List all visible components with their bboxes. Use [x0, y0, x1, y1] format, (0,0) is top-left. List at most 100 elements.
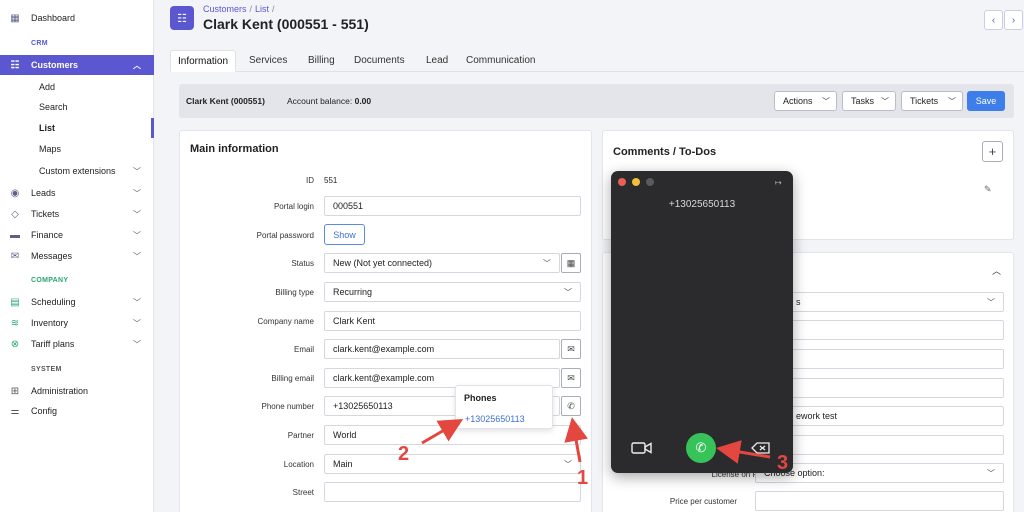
sidebar-item-label: Customers: [31, 60, 79, 70]
portal-login-input[interactable]: 000551: [324, 196, 581, 216]
tasks-label: Tasks: [851, 96, 875, 106]
sidebar-subitem-search[interactable]: Search: [39, 102, 68, 112]
tickets-dropdown[interactable]: Tickets ﹀: [901, 91, 963, 111]
show-password-button[interactable]: Show: [324, 224, 365, 245]
active-indicator: [151, 118, 154, 138]
tab-communication[interactable]: Communication: [459, 50, 542, 72]
sidebar-heading-company: COMPANY: [31, 277, 69, 284]
annotation-number-2: 2: [398, 443, 410, 465]
envelope-icon: ✉: [10, 250, 20, 262]
phone-icon: ✆: [695, 440, 707, 455]
billing-email-value: clark.kent@example.com: [333, 373, 435, 383]
page-title: Clark Kent (000551 - 551): [203, 16, 369, 32]
chevron-up-icon[interactable]: ︿: [992, 264, 1001, 277]
chevron-down-icon: ﹀: [133, 318, 141, 328]
street-input[interactable]: [324, 482, 581, 502]
tab-documents[interactable]: Documents: [347, 50, 412, 72]
tab-services[interactable]: Services: [242, 50, 294, 72]
sidebar-subitem-maps[interactable]: Maps: [39, 144, 61, 154]
company-name-input[interactable]: Clark Kent: [324, 311, 581, 331]
add-comment-button[interactable]: +: [982, 141, 1003, 162]
chevron-down-icon: ﹀: [133, 209, 141, 219]
chevron-down-icon: ﹀: [133, 188, 141, 198]
sidebar-item-scheduling[interactable]: ▤ Scheduling ﹀: [0, 292, 154, 312]
comments-title: Comments / To-Dos: [613, 146, 717, 158]
sidebar-subitem-add[interactable]: Add: [39, 82, 55, 92]
sidebar-item-messages[interactable]: ✉ Messages ﹀: [0, 246, 154, 266]
send-email-button[interactable]: ✉: [561, 339, 581, 359]
status-value: New (Not yet connected): [333, 258, 433, 268]
minimize-window-button[interactable]: [632, 178, 640, 186]
breadcrumb: Customers / List /: [203, 4, 275, 14]
sidebar-item-leads[interactable]: ◉ Leads ﹀: [0, 183, 154, 203]
sidebar-item-config[interactable]: ⚌ Config: [0, 401, 154, 421]
sidebar-item-administration[interactable]: ⊞ Administration: [0, 381, 154, 401]
tab-bar: Information Services Billing Documents L…: [170, 50, 1024, 72]
chevron-down-icon: ﹀: [948, 96, 956, 106]
plus-icon: +: [988, 144, 997, 159]
sidebar-item-inventory[interactable]: ≋ Inventory ﹀: [0, 313, 154, 333]
save-button[interactable]: Save: [967, 91, 1005, 111]
exit-icon[interactable]: ↦: [775, 178, 782, 187]
pencil-icon[interactable]: ✎: [984, 184, 992, 195]
next-customer-button[interactable]: ›: [1004, 10, 1023, 30]
sidebar-item-tariff-plans[interactable]: ⊗ Tariff plans ﹀: [0, 334, 154, 354]
additional-select-1-value: s: [796, 297, 801, 307]
status-select[interactable]: New (Not yet connected) ﹀: [324, 253, 560, 273]
breadcrumb-customers[interactable]: Customers: [203, 4, 247, 14]
actions-dropdown[interactable]: Actions ﹀: [774, 91, 837, 111]
tab-billing[interactable]: Billing: [301, 50, 342, 72]
chevron-down-icon: ﹀: [987, 468, 995, 478]
sidebar-item-tickets[interactable]: ◇ Tickets ﹀: [0, 204, 154, 224]
call-phone-button[interactable]: ✆: [561, 396, 581, 416]
sidebar-item-customers[interactable]: ☷ Customers ︿: [0, 55, 154, 75]
sidebar-item-label: Tariff plans: [31, 339, 75, 349]
layers-icon: ≋: [10, 317, 20, 329]
location-label: Location: [283, 460, 314, 469]
prev-customer-button[interactable]: ‹: [984, 10, 1003, 30]
price-per-customer-label: Price per customer: [669, 497, 737, 506]
send-billing-email-button[interactable]: ✉: [561, 368, 581, 388]
finance-icon: ▬: [10, 229, 20, 241]
price-per-customer-input[interactable]: [755, 491, 1004, 511]
video-call-icon[interactable]: [631, 441, 653, 455]
location-select[interactable]: Main ﹀: [324, 454, 581, 474]
email-input[interactable]: clark.kent@example.com: [324, 339, 560, 359]
sidebar-item-dashboard[interactable]: ▦ Dashboard: [0, 8, 154, 28]
chevron-left-icon: ‹: [991, 14, 996, 26]
sidebar-subitem-list[interactable]: List: [39, 123, 55, 133]
administration-icon: ⊞: [10, 385, 20, 397]
sidebar-item-label: Dashboard: [31, 13, 76, 23]
annotation-number-3: 3: [777, 452, 789, 474]
breadcrumb-list[interactable]: List: [255, 4, 269, 14]
call-button[interactable]: ✆: [686, 433, 716, 463]
sidebar-item-finance[interactable]: ▬ Finance ﹀: [0, 225, 154, 245]
sidebar-item-label: Inventory: [31, 318, 69, 328]
customers-icon: ☷: [10, 59, 20, 71]
chevron-down-icon: ﹀: [133, 339, 141, 349]
tab-lead[interactable]: Lead: [419, 50, 455, 72]
email-label: Email: [293, 345, 314, 354]
tab-information[interactable]: Information: [170, 50, 237, 72]
close-window-button[interactable]: [618, 178, 626, 186]
id-label: ID: [306, 176, 314, 185]
billing-type-select[interactable]: Recurring ﹀: [324, 282, 581, 302]
customers-header-icon: ☷: [170, 6, 194, 30]
maximize-window-button[interactable]: [646, 178, 654, 186]
customer-name: Clark Kent (000551): [186, 96, 265, 106]
tasks-dropdown[interactable]: Tasks ﹀: [842, 91, 896, 111]
sidebar-subitem-custom-extensions[interactable]: Custom extensions: [39, 166, 116, 176]
leads-icon: ◉: [10, 187, 20, 199]
backspace-icon[interactable]: [751, 442, 771, 454]
account-balance: Account balance: 0.00: [287, 96, 371, 106]
phone-link[interactable]: +13025650113: [465, 414, 525, 424]
sidebar: ▦ Dashboard CRM ☷ Customers ︿ Add Search…: [0, 0, 154, 512]
chevron-down-icon: ﹀: [543, 258, 551, 268]
sidebar-item-label: Leads: [31, 188, 56, 198]
sidebar-item-label: Messages: [31, 251, 73, 261]
chevron-up-icon: ︿: [133, 60, 141, 70]
company-name-value: Clark Kent: [333, 316, 376, 326]
billing-type-value: Recurring: [333, 287, 373, 297]
additional-input-5-value: ework test: [796, 411, 838, 421]
calendar-button[interactable]: ▦: [561, 253, 581, 273]
